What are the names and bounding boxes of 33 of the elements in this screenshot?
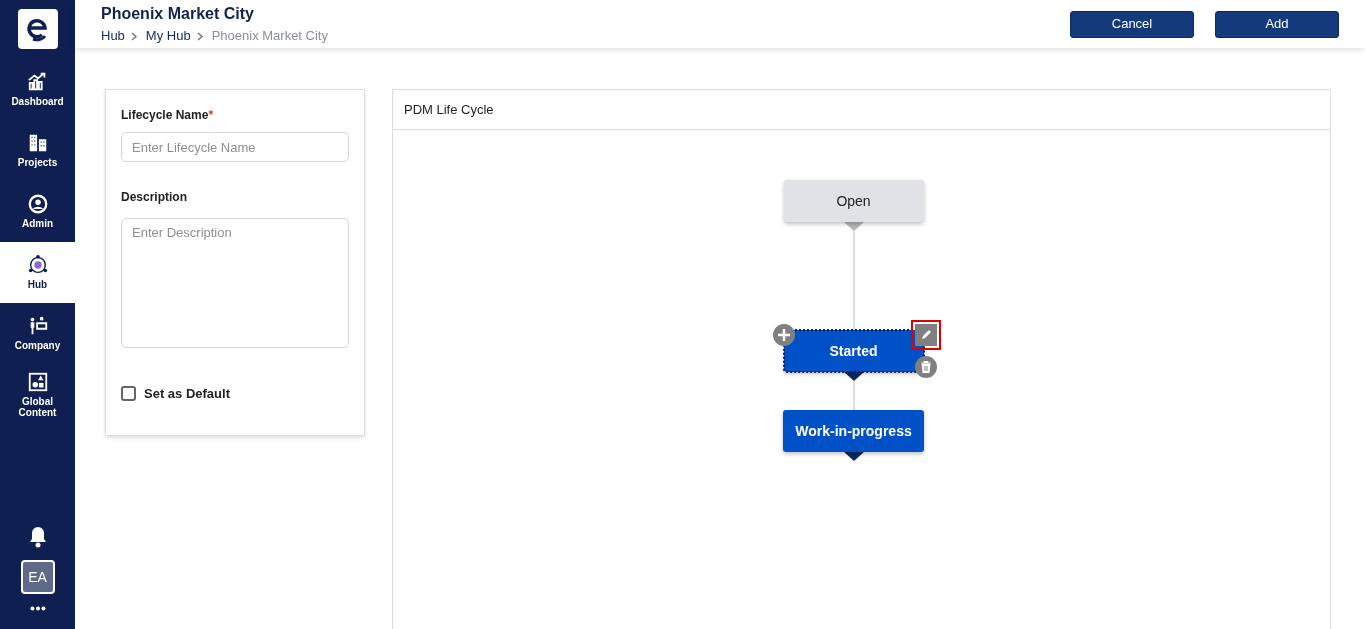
shapes-icon bbox=[26, 370, 49, 393]
user-avatar[interactable]: EA bbox=[20, 560, 55, 594]
sidebar-item[interactable]: Hub bbox=[0, 242, 75, 303]
app-logo[interactable] bbox=[17, 9, 58, 49]
field-label: Description bbox=[121, 189, 188, 206]
notification-icon[interactable] bbox=[27, 526, 48, 548]
chevron-icon bbox=[130, 31, 138, 41]
checkbox-label: Set as Default bbox=[144, 384, 230, 403]
sidebar-item[interactable]: Projects bbox=[0, 120, 75, 181]
sidebar-item[interactable]: Dashboard bbox=[0, 59, 75, 120]
status-node[interactable]: Started bbox=[783, 330, 924, 372]
panel-title: PDM Life Cycle bbox=[393, 90, 1330, 130]
status-node[interactable]: Open bbox=[783, 180, 924, 222]
sidebar-item[interactable]: Admin bbox=[0, 181, 75, 242]
sidebar-item[interactable]: Company bbox=[0, 303, 75, 364]
page-title: Phoenix Market City bbox=[101, 4, 255, 25]
field-label: Lifecycle Name* bbox=[121, 107, 215, 124]
more-icon[interactable] bbox=[29, 606, 46, 611]
arrow-tip-icon bbox=[843, 452, 864, 461]
default-checkbox[interactable] bbox=[121, 385, 136, 401]
add-icon[interactable] bbox=[772, 324, 795, 346]
breadcrumb-link[interactable]: Hub bbox=[101, 26, 125, 46]
add-button[interactable]: Add bbox=[1215, 10, 1339, 38]
status-node[interactable]: Work-in-progress bbox=[783, 410, 924, 452]
user-icon bbox=[26, 193, 49, 216]
breadcrumb-current: Phoenix Market City bbox=[211, 27, 328, 46]
trash-icon[interactable] bbox=[914, 356, 937, 378]
breadcrumb-link[interactable]: My Hub bbox=[145, 26, 191, 46]
cancel-button[interactable]: Cancel bbox=[1070, 10, 1194, 38]
sidebar-item[interactable]: Global Content bbox=[0, 364, 75, 425]
name-field[interactable]: Enter Lifecycle Name bbox=[121, 132, 349, 162]
description-field[interactable]: Enter Description bbox=[121, 218, 349, 348]
chevron-icon bbox=[196, 31, 204, 41]
